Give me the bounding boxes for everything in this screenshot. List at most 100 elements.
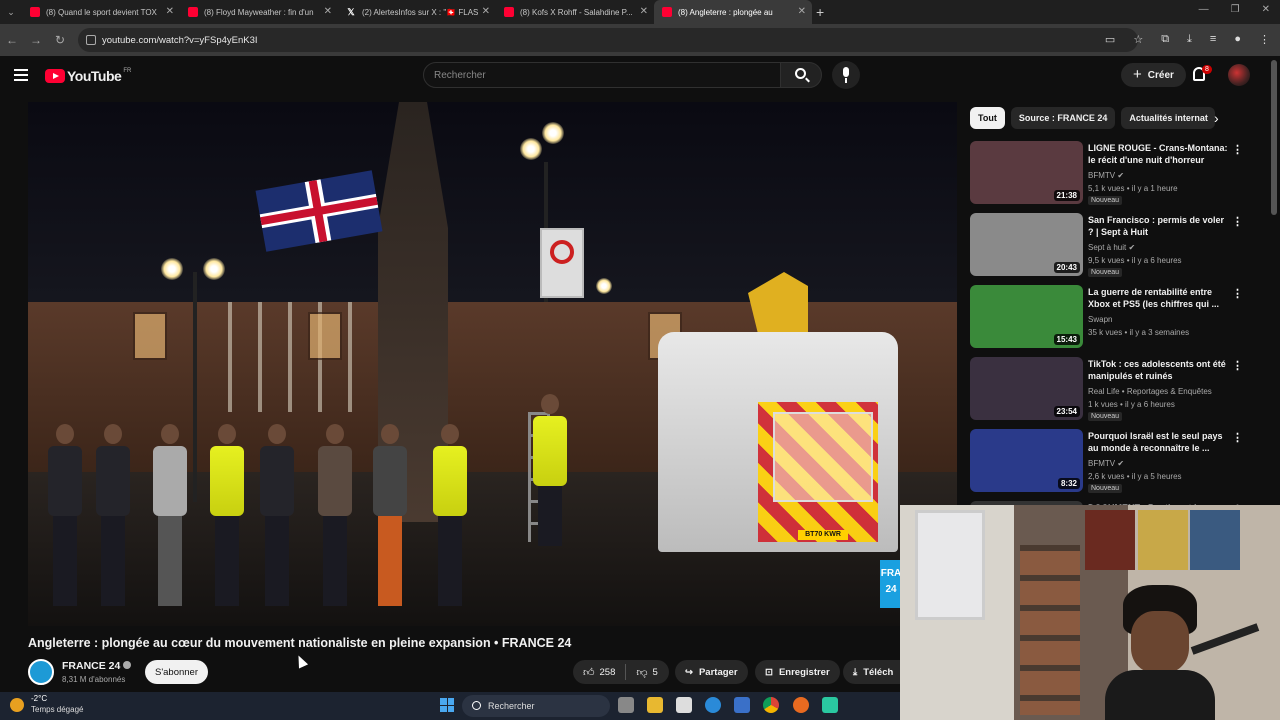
related-video-title: La guerre de rentabilité entre Xbox et P… [1088,287,1220,309]
channel-avatar[interactable] [28,659,54,685]
related-video-title: San Francisco : permis de voler ? | Sept… [1088,215,1225,237]
related-channel-name: BFMTV ✔ [1088,459,1124,468]
voice-search-button[interactable] [832,61,860,89]
tab-close-icon[interactable]: ✕ [482,6,490,17]
video-duration: 23:54 [1053,406,1080,417]
subscribe-button[interactable]: S'abonner [145,660,208,684]
download-icon[interactable]: ⤓ [1187,33,1192,46]
like-button[interactable]: 👍︎ 258 [573,666,625,679]
firefox-icon[interactable] [793,697,809,713]
dislike-button[interactable]: 👎︎ 5 [626,666,667,679]
mouse-cursor [293,653,309,669]
tab-label: (8) Kofs X Rohff - Salahdine P... [520,7,633,17]
verified-icon: ✔ [1115,171,1125,180]
page-scrollbar[interactable] [1271,60,1277,215]
filter-chip[interactable]: Source : FRANCE 24 [1010,107,1116,129]
url-field[interactable]: youtube.com/watch?v=yFSp4yEnK3I [78,28,1138,52]
store-icon[interactable] [734,697,750,713]
browser-menu-icon[interactable]: ⋮ [1259,33,1270,46]
more-options-icon[interactable]: ⋮ [1232,215,1243,228]
video-thumbnail[interactable]: 21:38 [970,141,1083,204]
reload-icon[interactable]: ↻ [48,33,72,47]
related-video-item[interactable]: 21:38 LIGNE ROUGE - Crans-Montana: le réc… [970,141,1250,213]
url-text: youtube.com/watch?v=yFSp4yEnK3I [102,34,258,46]
share-button[interactable]: ↪ Partager [675,660,748,684]
bookmark-star-icon[interactable]: ☆ [1133,33,1143,46]
youtube-logo[interactable]: YouTube FR [45,68,131,84]
video-player[interactable]: BT70 KWR FRA 24 [28,102,957,626]
related-video-item[interactable]: 15:43 La guerre de rentabilité entre Xbox… [970,285,1250,357]
download-label: Téléch [863,666,894,678]
document-icon[interactable] [676,697,692,713]
edge-icon[interactable] [705,697,721,713]
save-button[interactable]: ⊡ Enregistrer [755,660,840,684]
create-button[interactable]: + Créer [1121,63,1186,87]
app-icon[interactable] [822,697,838,713]
browser-tab[interactable]: (8) Floyd Mayweather : fin d'un ✕ [180,0,338,24]
related-video-meta: 9,5 k vues • il y a 6 heures [1088,256,1182,265]
related-video-item[interactable]: 20:43 San Francisco : permis de voler ? |… [970,213,1250,285]
related-channel-name: Real Life • Reportages & Enquêtes [1088,387,1212,396]
file-explorer-icon[interactable] [647,697,663,713]
room-window [915,510,985,620]
close-window-icon[interactable]: ✕ [1262,4,1270,15]
back-icon[interactable]: ← [0,33,24,47]
restore-icon[interactable]: ❐ [1231,4,1240,15]
search-button[interactable] [780,62,822,88]
site-info-icon[interactable] [86,35,96,45]
windows-start-icon[interactable] [440,698,454,712]
chrome-icon[interactable] [763,697,779,713]
windows-taskbar: -2°C Temps dégagé Rechercher [0,692,900,720]
new-tab-button[interactable]: + [816,4,824,20]
bookshelf [1020,545,1080,715]
filter-chip[interactable]: Actualités internat [1121,107,1216,129]
video-thumbnail[interactable]: 23:54 [970,357,1083,420]
forward-icon[interactable]: → [24,33,48,47]
related-channel-name: Sept à huit ✔ [1088,243,1135,252]
weather-icon[interactable] [10,698,24,712]
related-video-item[interactable]: 23:54 TikTok : ces adolescents ont été ma… [970,357,1250,429]
browser-tab[interactable]: (8) Angleterre : plongée au ✕ [654,0,812,24]
task-view-icon[interactable] [618,697,634,713]
more-options-icon[interactable]: ⋮ [1232,287,1243,300]
browser-tab[interactable]: (8) Quand le sport devient TOX ✕ [22,0,180,24]
browser-toolbar-icons: ▭ ☆ ⧉ ⤓ ≡ ● ⋮ [1105,33,1270,46]
thumbs-up-icon: 👍︎ [583,666,595,679]
tab-close-icon[interactable]: ✕ [166,6,174,17]
chevron-right-icon[interactable]: › [1214,110,1219,126]
download-button[interactable]: ⤓ Téléch [843,660,900,684]
tab-label: (8) Quand le sport devient TOX [46,7,157,17]
new-badge: Nouveau [1088,412,1123,421]
channel-name[interactable]: FRANCE 24 [62,660,132,672]
youtube-icon [504,7,514,17]
video-thumbnail[interactable]: 15:43 [970,285,1083,348]
profile-icon[interactable]: ● [1234,33,1241,46]
video-thumbnail[interactable]: 8:32 [970,429,1083,492]
media-icon[interactable]: ≡ [1210,33,1216,46]
tab-close-icon[interactable]: ✕ [798,6,806,17]
account-avatar[interactable] [1228,64,1250,86]
tab-close-icon[interactable]: ✕ [640,6,648,17]
taskbar-search[interactable]: Rechercher [462,695,610,717]
browser-tab[interactable]: 𝕏 (2) AlertesInfos sur X : "🇨🇭 FLAS ✕ [338,0,496,24]
search-input[interactable]: Rechercher [423,62,781,88]
video-duration: 15:43 [1053,334,1080,345]
related-video-item[interactable]: 8:32 Pourquoi Israël est le seul pays au … [970,429,1250,501]
filter-chip[interactable]: Tout [970,107,1005,129]
minimize-icon[interactable]: — [1199,4,1209,15]
more-options-icon[interactable]: ⋮ [1232,359,1243,372]
video-thumbnail[interactable]: 20:43 [970,213,1083,276]
share-icon: ↪ [685,666,693,678]
tab-close-icon[interactable]: ✕ [324,6,332,17]
video-duration: 21:38 [1053,190,1080,201]
more-options-icon[interactable]: ⋮ [1232,143,1243,156]
tab-search-icon[interactable]: ⌄ [0,7,22,18]
related-channel-name: Swapn [1088,315,1113,324]
menu-icon[interactable] [14,69,28,84]
browser-tab[interactable]: (8) Kofs X Rohff - Salahdine P... ✕ [496,0,654,24]
more-options-icon[interactable]: ⋮ [1232,431,1243,444]
window-controls: — ❐ ✕ [1199,4,1270,15]
extensions-icon[interactable]: ⧉ [1161,33,1169,46]
cast-icon[interactable]: ▭ [1105,33,1115,46]
video-duration: 8:32 [1057,478,1080,489]
